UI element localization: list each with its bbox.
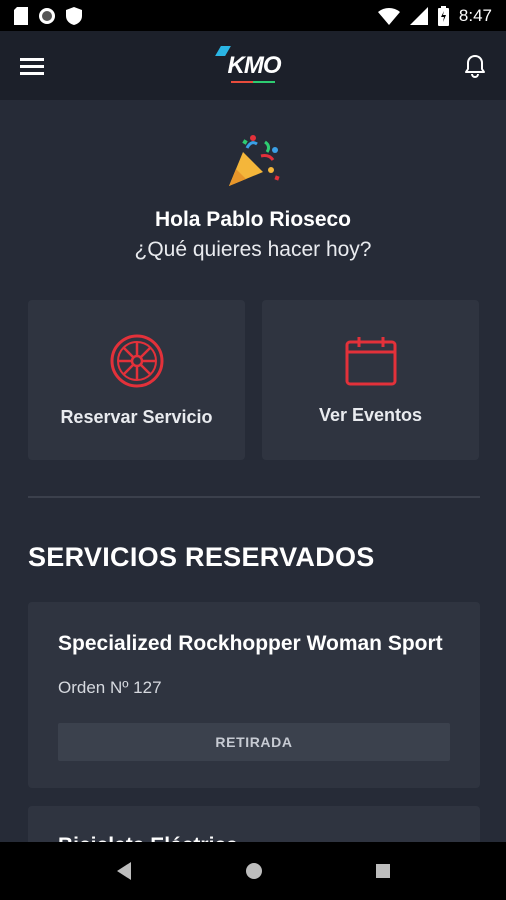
order-title: Bicicleta Eléctrica <box>58 834 238 842</box>
order-card[interactable]: Bicicleta Eléctrica <box>28 806 480 842</box>
reserve-service-card[interactable]: Reservar Servicio <box>28 300 245 460</box>
hero: Hola Pablo Rioseco ¿Qué quieres hacer ho… <box>0 132 506 262</box>
wheel-icon <box>110 334 163 387</box>
party-popper-icon <box>229 135 280 186</box>
bell-icon[interactable] <box>464 54 486 78</box>
logo-stripe <box>230 80 275 83</box>
wifi-icon <box>377 7 400 25</box>
order-status-button[interactable]: RETIRADA <box>58 723 450 761</box>
signal-icon <box>409 6 428 25</box>
main-content: Hola Pablo Rioseco ¿Qué quieres hacer ho… <box>0 100 506 842</box>
recents-icon[interactable] <box>375 863 391 879</box>
section-title: SERVICIOS RESERVADOS <box>28 542 375 572</box>
action-cards: Reservar Servicio Ver Eventos <box>28 300 480 460</box>
greeting-text: Hola Pablo Rioseco <box>154 208 352 231</box>
calendar-icon <box>345 336 396 385</box>
shield-icon <box>66 6 82 25</box>
app-bar: KMO <box>0 31 506 100</box>
view-events-card[interactable]: Ver Eventos <box>262 300 479 460</box>
home-icon[interactable] <box>244 861 264 881</box>
reserve-service-label: Reservar Servicio <box>60 406 213 427</box>
back-icon[interactable] <box>115 861 133 881</box>
divider <box>28 496 480 498</box>
status-bar: 8:47 <box>0 0 506 31</box>
order-card[interactable]: Specialized Rockhopper Woman Sport Orden… <box>28 602 480 788</box>
sd-card-icon <box>14 6 28 25</box>
view-events-label: Ver Eventos <box>318 404 423 425</box>
system-nav-bar <box>0 842 506 900</box>
app-logo: KMO <box>214 45 282 83</box>
logo-text: KMO <box>227 51 282 79</box>
menu-icon[interactable] <box>20 56 44 76</box>
status-time: 8:47 <box>458 5 492 25</box>
battery-icon <box>437 5 449 26</box>
order-number: Orden Nº 127 <box>58 678 162 697</box>
question-text: ¿Qué quieres hacer hoy? <box>134 238 372 261</box>
circle-icon <box>39 7 55 24</box>
order-title: Specialized Rockhopper Woman Sport <box>58 632 443 655</box>
